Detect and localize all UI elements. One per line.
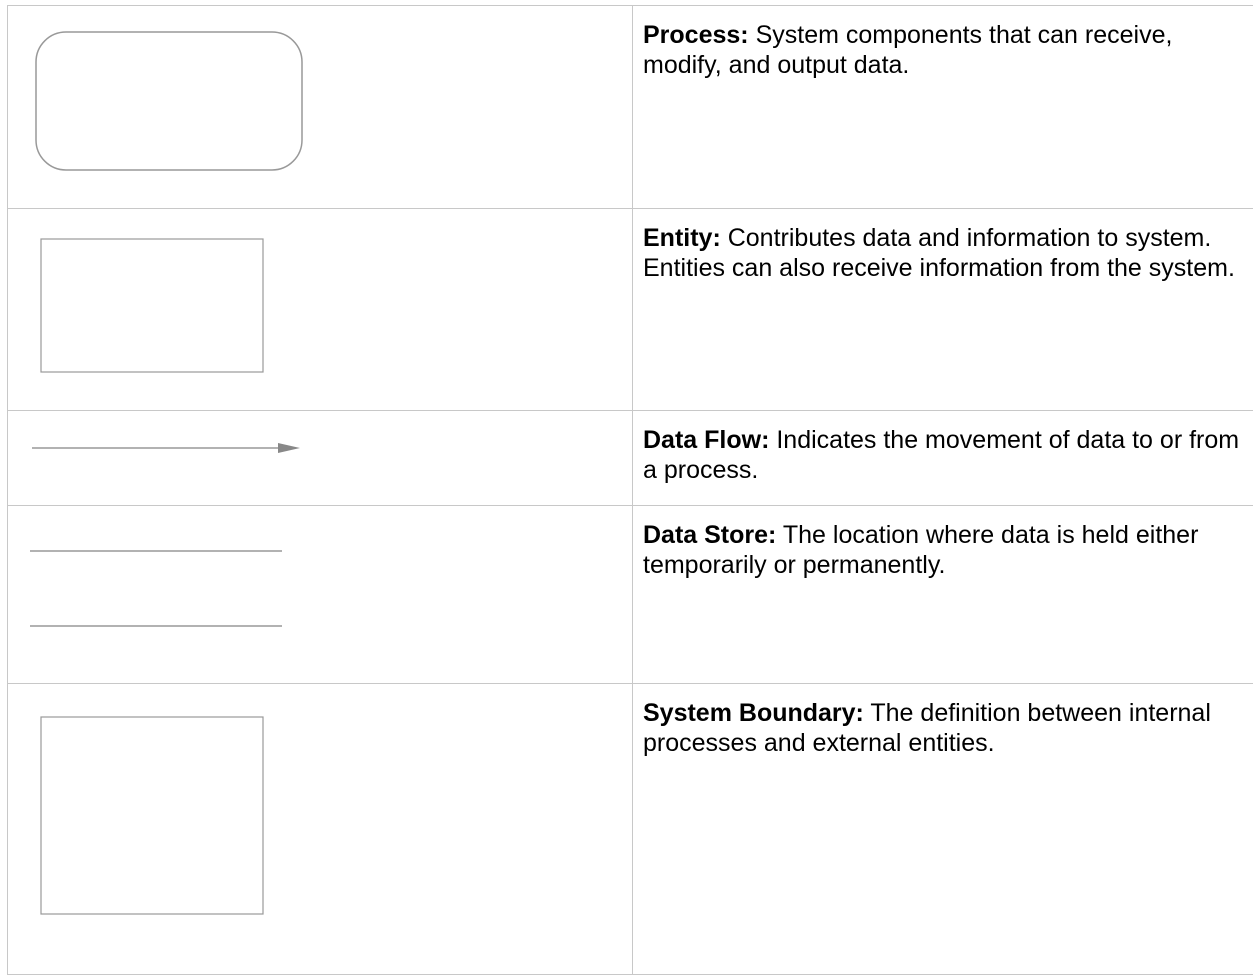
entity-definition: Contributes data and information to syst…: [643, 224, 1235, 282]
rectangle-shape: [41, 239, 263, 372]
legend-table: Process: System components that can rece…: [7, 5, 1253, 975]
data-flow-term: Data Flow:: [643, 426, 769, 454]
legend-row-data-flow: Data Flow: Indicates the movement of dat…: [8, 411, 1253, 506]
entity-term: Entity:: [643, 224, 721, 252]
entity-symbol-cell: [8, 209, 633, 411]
data-store-description-cell: Data Store: The location where data is h…: [633, 506, 1253, 684]
legend-row-data-store: Data Store: The location where data is h…: [8, 506, 1253, 684]
square-shape: [41, 717, 263, 914]
rounded-rectangle-shape: [36, 32, 302, 170]
system-boundary-description: System Boundary: The definition between …: [643, 698, 1243, 758]
entity-symbol: [8, 209, 628, 409]
data-flow-description-cell: Data Flow: Indicates the movement of dat…: [633, 411, 1253, 506]
process-symbol-cell: [8, 6, 633, 209]
data-store-symbol-cell: [8, 506, 633, 684]
system-boundary-term: System Boundary:: [643, 699, 864, 727]
legend-row-process: Process: System components that can rece…: [8, 6, 1253, 209]
data-flow-symbol-cell: [8, 411, 633, 506]
data-flow-description: Data Flow: Indicates the movement of dat…: [643, 425, 1243, 485]
process-description-cell: Process: System components that can rece…: [633, 6, 1253, 209]
process-term: Process:: [643, 21, 749, 49]
data-store-term: Data Store:: [643, 521, 776, 549]
entity-description-cell: Entity: Contributes data and information…: [633, 209, 1253, 411]
arrow-head-icon: [278, 443, 300, 453]
data-flow-symbol: [8, 411, 628, 501]
system-boundary-symbol: [8, 684, 628, 974]
data-store-symbol: [8, 506, 628, 681]
entity-description: Entity: Contributes data and information…: [643, 223, 1243, 283]
process-symbol: [8, 6, 628, 206]
process-description: Process: System components that can rece…: [643, 20, 1243, 80]
legend-row-system-boundary: System Boundary: The definition between …: [8, 684, 1253, 975]
system-boundary-description-cell: System Boundary: The definition between …: [633, 684, 1253, 975]
data-store-description: Data Store: The location where data is h…: [643, 520, 1243, 580]
legend-row-entity: Entity: Contributes data and information…: [8, 209, 1253, 411]
system-boundary-symbol-cell: [8, 684, 633, 975]
